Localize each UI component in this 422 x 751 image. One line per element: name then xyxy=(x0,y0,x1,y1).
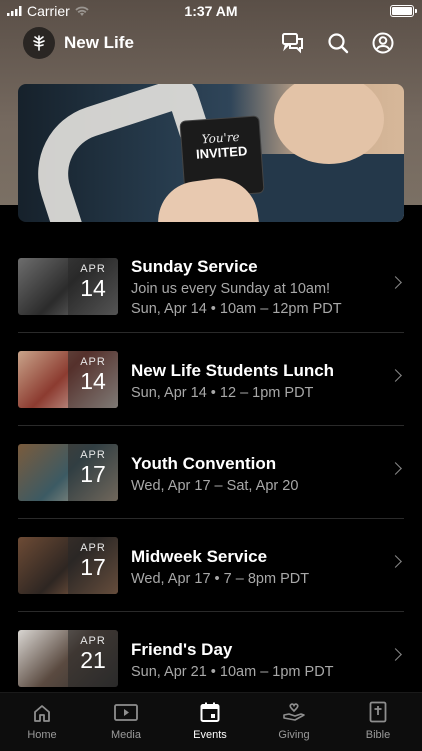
event-row[interactable]: APR 17 Midweek Service Wed, Apr 17 • 7 –… xyxy=(18,519,404,612)
event-info: Friend's Day Sun, Apr 21 • 10am – 1pm PD… xyxy=(131,640,376,680)
event-month: APR xyxy=(80,449,106,461)
event-info: Youth Convention Wed, Apr 17 – Sat, Apr … xyxy=(131,454,376,494)
home-icon xyxy=(0,693,84,723)
event-detail: Sun, Apr 14 • 10am – 12pm PDT xyxy=(131,301,342,317)
event-detail: Sun, Apr 14 • 12 – 1pm PDT xyxy=(131,385,314,401)
event-day: 14 xyxy=(80,275,106,301)
event-thumbnail: APR 14 xyxy=(18,351,118,408)
giving-icon xyxy=(252,693,336,723)
tab-giving[interactable]: Giving xyxy=(252,693,336,751)
event-row[interactable]: APR 14 Sunday Service Join us every Sund… xyxy=(18,240,404,333)
chevron-right-icon xyxy=(389,369,402,382)
event-row[interactable]: APR 21 Friend's Day Sun, Apr 21 • 10am –… xyxy=(18,612,404,704)
event-title: Youth Convention xyxy=(131,454,277,473)
chevron-right-icon xyxy=(389,555,402,568)
event-info: Sunday Service Join us every Sunday at 1… xyxy=(131,257,376,317)
tab-label: Media xyxy=(111,729,141,741)
featured-banner[interactable]: You're INVITED xyxy=(18,84,404,222)
calendar-icon xyxy=(168,693,252,723)
event-month: APR xyxy=(80,542,106,554)
event-detail: Sun, Apr 21 • 10am – 1pm PDT xyxy=(131,664,334,680)
chevron-right-icon xyxy=(389,276,402,289)
event-thumbnail: APR 17 xyxy=(18,537,118,594)
battery-icon xyxy=(390,5,417,17)
chat-icon xyxy=(282,33,303,54)
event-title: Midweek Service xyxy=(131,547,268,566)
status-time: 1:37 AM xyxy=(184,3,238,19)
tab-home[interactable]: Home xyxy=(0,693,84,751)
tab-bar: Home Media Events Giving Bible xyxy=(0,692,422,751)
profile-button[interactable] xyxy=(371,31,395,55)
event-day: 17 xyxy=(80,461,106,487)
chevron-right-icon xyxy=(389,648,402,661)
event-info: Midweek Service Wed, Apr 17 • 7 – 8pm PD… xyxy=(131,547,376,587)
tab-media[interactable]: Media xyxy=(84,693,168,751)
tree-icon xyxy=(33,35,45,51)
event-title: Friend's Day xyxy=(131,640,233,659)
event-month: APR xyxy=(80,263,106,275)
app-title: New Life xyxy=(64,33,134,52)
media-icon xyxy=(84,693,168,723)
app-header: New Life xyxy=(0,22,422,66)
banner-person-face xyxy=(274,84,384,164)
event-detail: Wed, Apr 17 • 7 – 8pm PDT xyxy=(131,571,310,587)
event-date-badge: APR 14 xyxy=(68,351,118,408)
event-date-badge: APR 17 xyxy=(68,444,118,501)
events-list: APR 14 Sunday Service Join us every Sund… xyxy=(18,240,404,704)
event-detail: Join us every Sunday at 10am! xyxy=(131,281,331,297)
church-logo[interactable] xyxy=(23,27,55,59)
event-month: APR xyxy=(80,356,106,368)
tab-label: Home xyxy=(27,729,57,741)
status-bar: Carrier 1:37 AM xyxy=(0,0,422,22)
event-thumbnail: APR 14 xyxy=(18,258,118,315)
event-date-badge: APR 17 xyxy=(68,537,118,594)
event-title: New Life Students Lunch xyxy=(131,361,335,380)
search-icon xyxy=(328,33,349,54)
event-detail: Wed, Apr 17 – Sat, Apr 20 xyxy=(131,478,299,494)
event-row[interactable]: APR 17 Youth Convention Wed, Apr 17 – Sa… xyxy=(18,426,404,519)
tab-label: Bible xyxy=(365,729,391,741)
event-date-badge: APR 14 xyxy=(68,258,118,315)
event-date-badge: APR 21 xyxy=(68,630,118,687)
tab-bible[interactable]: Bible xyxy=(336,693,420,751)
profile-icon xyxy=(372,32,394,54)
event-row[interactable]: APR 14 New Life Students Lunch Sun, Apr … xyxy=(18,333,404,426)
event-day: 14 xyxy=(80,368,106,394)
event-info: New Life Students Lunch Sun, Apr 14 • 12… xyxy=(131,361,376,401)
event-thumbnail: APR 21 xyxy=(18,630,118,687)
tab-events[interactable]: Events xyxy=(168,693,252,751)
event-title: Sunday Service xyxy=(131,257,258,276)
search-button[interactable] xyxy=(326,31,350,55)
chevron-right-icon xyxy=(389,462,402,475)
event-thumbnail: APR 17 xyxy=(18,444,118,501)
tab-label: Events xyxy=(193,729,227,741)
tab-label: Giving xyxy=(278,729,310,741)
chat-button[interactable] xyxy=(281,31,305,55)
event-day: 17 xyxy=(80,554,106,580)
bible-icon xyxy=(336,693,420,723)
event-month: APR xyxy=(80,635,106,647)
event-day: 21 xyxy=(80,647,106,673)
